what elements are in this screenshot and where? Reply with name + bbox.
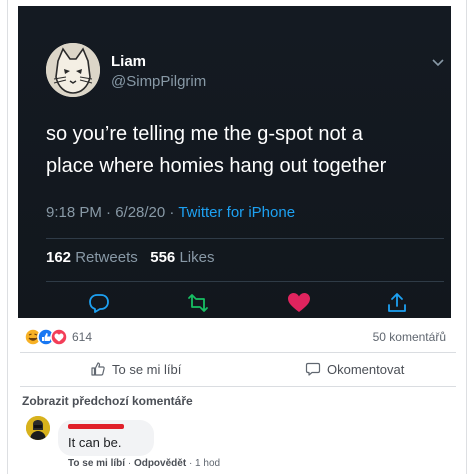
like-button[interactable]: To se mi líbí [90, 361, 181, 377]
tweet-text: so you’re telling me the g-spot not a pl… [46, 118, 446, 182]
comments-count[interactable]: 50 komentářů [373, 330, 446, 344]
likes-count[interactable]: 556 [150, 249, 175, 266]
divider [46, 238, 444, 239]
view-previous-comments-link[interactable]: Zobrazit předchozí komentáře [22, 394, 193, 408]
comment-button-label: Okomentovat [327, 361, 405, 377]
reactions-bar: 614 50 komentářů [8, 326, 468, 348]
retweet-icon[interactable] [185, 290, 211, 316]
reply-icon[interactable] [86, 290, 112, 316]
comment-footer: To se mi líbí · Odpovědět · 1 hod [68, 458, 220, 469]
tweet-author-handle[interactable]: @SimpPilgrim [111, 73, 206, 90]
comment-like-link[interactable]: To se mi líbí [68, 458, 125, 469]
reactions-count[interactable]: 614 [72, 330, 92, 344]
comment-icon [305, 362, 321, 376]
tweet-stats: 162 Retweets 556 Likes [46, 249, 214, 266]
divider [20, 386, 456, 387]
retweets-label[interactable]: Retweets [75, 249, 138, 266]
chevron-down-icon[interactable] [430, 54, 446, 70]
comment-text: It can be. [68, 435, 122, 450]
tweet-timestamp[interactable]: 9:18 PM · 6/28/20 · [46, 204, 178, 221]
comment-button[interactable]: Okomentovat [305, 361, 404, 377]
avatar[interactable] [26, 416, 50, 440]
tweet-actions [18, 290, 451, 318]
tweet-author-name[interactable]: Liam [111, 53, 146, 70]
tweet-text-line: so you’re telling me the g-spot not a [46, 123, 363, 145]
divider [20, 352, 456, 353]
share-icon[interactable] [384, 290, 410, 316]
tweet-text-line: place where homies hang out together [46, 155, 387, 177]
redacted-author-name [68, 424, 124, 429]
post-actions: To se mi líbí Okomentovat [8, 357, 468, 383]
thumbs-up-icon [91, 362, 105, 376]
tweet-source[interactable]: Twitter for iPhone [178, 204, 295, 221]
retweets-count[interactable]: 162 [46, 249, 71, 266]
comment-reply-link[interactable]: Odpovědět [134, 458, 186, 469]
comment-bubble: It can be. [58, 420, 154, 456]
divider [46, 281, 444, 282]
reaction-emojis[interactable] [24, 328, 70, 346]
likes-label[interactable]: Likes [179, 249, 214, 266]
tweet-meta: 9:18 PM · 6/28/20 · Twitter for iPhone [46, 204, 295, 221]
tweet-screenshot: Liam @SimpPilgrim so you’re telling me t… [18, 6, 451, 318]
facebook-post: Liam @SimpPilgrim so you’re telling me t… [7, 0, 467, 474]
heart-icon[interactable] [286, 290, 312, 316]
like-button-label: To se mi líbí [112, 361, 182, 377]
comment-time[interactable]: · 1 hod [186, 458, 220, 469]
avatar[interactable] [46, 43, 100, 97]
separator-dot: · [125, 458, 134, 469]
